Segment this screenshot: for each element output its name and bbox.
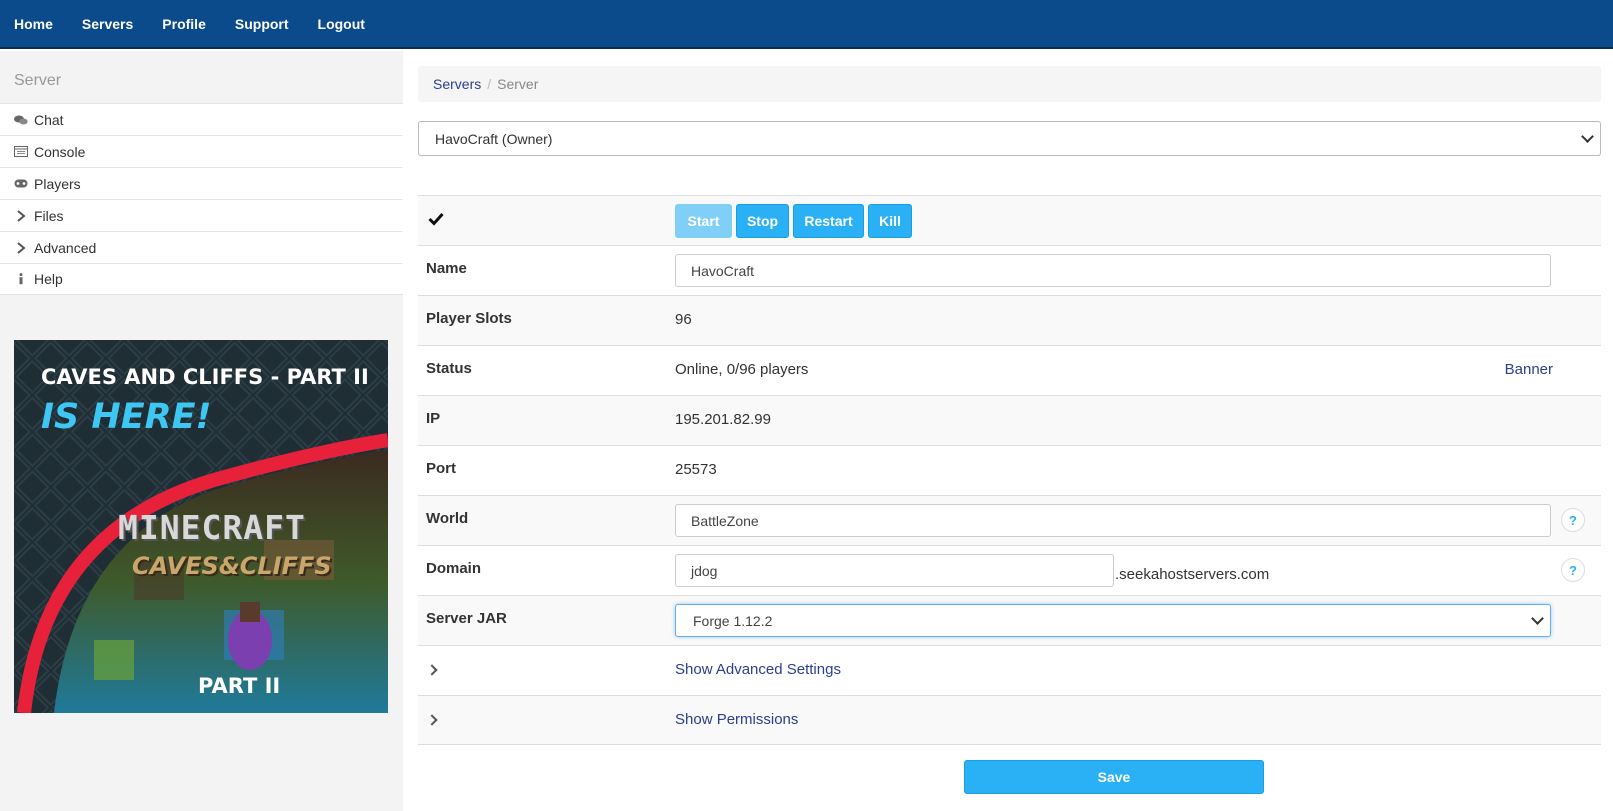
chevron-down-icon: [1581, 130, 1594, 143]
server-jar-row: Server JAR Forge 1.12.2: [418, 595, 1601, 645]
show-advanced-settings-link[interactable]: Show Advanced Settings: [675, 661, 841, 678]
name-input[interactable]: HavoCraft: [675, 254, 1551, 287]
permissions-row: Show Permissions: [418, 695, 1601, 745]
status-label: Status: [426, 360, 472, 377]
restart-button[interactable]: Restart: [793, 204, 864, 238]
promo-footer: PART II: [198, 674, 281, 698]
server-select[interactable]: HavoCraft (Owner): [418, 121, 1601, 156]
domain-suffix: .seekahostservers.com: [1115, 566, 1270, 583]
port-row: Port 25573: [418, 445, 1601, 495]
domain-row: Domain jdog .seekahostservers.com ?: [418, 545, 1601, 595]
console-icon: [14, 145, 28, 159]
controls-row: Start Stop Restart Kill: [418, 195, 1601, 245]
nav-logout[interactable]: Logout: [318, 16, 365, 32]
world-input-value: BattleZone: [691, 512, 759, 529]
name-input-value: HavoCraft: [691, 262, 755, 279]
status-value: Online, 0/96 players: [675, 361, 809, 378]
player-slots-label: Player Slots: [426, 310, 512, 327]
check-icon: [428, 212, 444, 229]
nav-support[interactable]: Support: [235, 16, 289, 32]
promo-banner[interactable]: CAVES AND CLIFFS - PART II IS HERE! MINE…: [14, 340, 388, 713]
breadcrumb-servers-link[interactable]: Servers: [433, 76, 481, 92]
sidebar-item-label: Console: [34, 143, 86, 160]
domain-input-value: jdog: [691, 562, 718, 579]
name-label: Name: [426, 260, 467, 277]
banner-link[interactable]: Banner: [1505, 361, 1553, 378]
sidebar-item-help[interactable]: Help: [0, 263, 403, 295]
promo-logo-sub: CAVES&CLIFFS: [132, 552, 332, 580]
stop-button[interactable]: Stop: [736, 204, 789, 238]
sidebar-item-console[interactable]: Console: [0, 135, 403, 167]
gamepad-icon: [14, 177, 28, 191]
sidebar-item-files[interactable]: Files: [0, 199, 403, 231]
name-row: Name HavoCraft: [418, 245, 1601, 295]
world-help-icon[interactable]: ?: [1561, 508, 1585, 532]
advanced-settings-row: Show Advanced Settings: [418, 645, 1601, 695]
ip-value: 195.201.82.99: [675, 411, 771, 428]
top-nav: Home Servers Profile Support Logout: [0, 0, 1613, 49]
breadcrumb-current: Server: [497, 76, 539, 92]
domain-input[interactable]: jdog: [675, 554, 1114, 587]
chevron-right-icon: [14, 241, 28, 255]
world-label: World: [426, 510, 469, 527]
world-row: World BattleZone ?: [418, 495, 1601, 545]
server-jar-select[interactable]: Forge 1.12.2: [675, 604, 1551, 637]
show-permissions-link[interactable]: Show Permissions: [675, 711, 798, 728]
promo-logo: MINECRAFT: [118, 508, 306, 547]
chevron-right-icon: [426, 664, 438, 676]
status-row: Status Online, 0/96 players Banner: [418, 345, 1601, 395]
nav-servers[interactable]: Servers: [82, 16, 133, 32]
start-button[interactable]: Start: [675, 204, 732, 238]
chevron-right-icon: [426, 714, 438, 726]
domain-help-icon[interactable]: ?: [1561, 558, 1585, 582]
sidebar-item-label: Files: [34, 207, 64, 224]
sidebar-item-label: Help: [34, 271, 63, 287]
breadcrumb-separator: /: [487, 76, 492, 92]
port-value: 25573: [675, 461, 717, 478]
sidebar-title: Server: [14, 72, 62, 89]
breadcrumb: Servers / Server: [418, 66, 1601, 102]
server-settings-table: Start Stop Restart Kill Name HavoCraft P…: [418, 195, 1601, 745]
kill-button[interactable]: Kill: [868, 204, 912, 238]
info-icon: [14, 272, 28, 286]
sidebar-item-chat[interactable]: Chat: [0, 103, 403, 135]
sidebar-item-label: Players: [34, 175, 81, 192]
chevron-down-icon: [1531, 612, 1544, 625]
server-jar-value: Forge 1.12.2: [693, 612, 773, 629]
server-select-value: HavoCraft (Owner): [435, 130, 553, 147]
server-jar-label: Server JAR: [426, 610, 507, 627]
nav-profile[interactable]: Profile: [162, 16, 206, 32]
port-label: Port: [426, 460, 456, 477]
player-slots-row: Player Slots 96: [418, 295, 1601, 345]
sidebar-item-label: Chat: [34, 111, 64, 128]
sidebar-item-players[interactable]: Players: [0, 167, 403, 199]
chevron-right-icon: [14, 209, 28, 223]
sidebar-item-advanced[interactable]: Advanced: [0, 231, 403, 263]
promo-line1: CAVES AND CLIFFS - PART II: [41, 365, 369, 389]
ip-row: IP 195.201.82.99: [418, 395, 1601, 445]
domain-label: Domain: [426, 560, 482, 577]
world-input[interactable]: BattleZone: [675, 504, 1551, 537]
sidebar-item-label: Advanced: [34, 239, 97, 256]
save-button[interactable]: Save: [964, 760, 1264, 794]
sidebar: Server Chat Console Players Files Advanc…: [0, 51, 403, 811]
nav-home[interactable]: Home: [14, 16, 53, 32]
promo-line2: IS HERE!: [41, 397, 212, 437]
sidebar-menu: Chat Console Players Files Advanced Help: [0, 103, 403, 295]
ip-label: IP: [426, 410, 441, 427]
chat-icon: [14, 113, 28, 127]
player-slots-value: 96: [675, 311, 692, 328]
